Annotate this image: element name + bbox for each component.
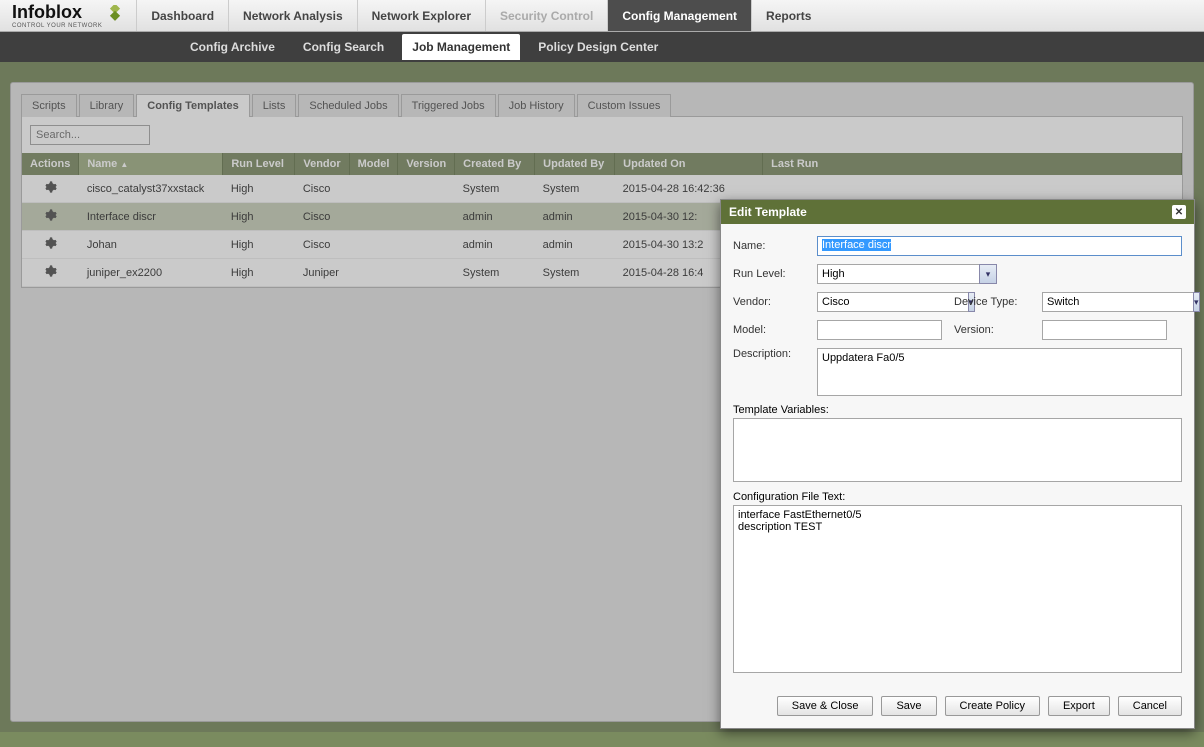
device-type-field[interactable] <box>1042 292 1193 312</box>
label-name: Name: <box>733 240 805 252</box>
template-variables-field[interactable] <box>733 418 1182 482</box>
device-type-dropdown-icon[interactable] <box>1193 292 1200 312</box>
label-model: Model: <box>733 324 805 336</box>
model-field[interactable] <box>817 320 942 340</box>
nav-network-analysis[interactable]: Network Analysis <box>228 0 357 31</box>
tab-config-templates[interactable]: Config Templates <box>136 94 249 117</box>
cell-created-by: System <box>455 175 535 203</box>
gear-icon[interactable] <box>43 269 57 281</box>
cancel-button[interactable]: Cancel <box>1118 696 1182 716</box>
config-file-text-field[interactable] <box>733 505 1182 673</box>
label-template-variables: Template Variables: <box>733 404 1182 416</box>
col-run-level[interactable]: Run Level <box>223 153 295 175</box>
nav-config-management[interactable]: Config Management <box>607 0 751 31</box>
label-version: Version: <box>954 324 1030 336</box>
cell-name: cisco_catalyst37xxstack <box>79 175 223 203</box>
cell-model <box>349 175 398 203</box>
nav-dashboard[interactable]: Dashboard <box>136 0 228 31</box>
subnav-config-archive[interactable]: Config Archive <box>180 34 285 60</box>
logo: Infoblox CONTROL YOUR NETWORK <box>0 2 136 29</box>
cell-model <box>349 259 398 287</box>
tab-job-history[interactable]: Job History <box>498 94 575 117</box>
cell-updated-by: System <box>535 259 615 287</box>
cell-name: Interface discr <box>79 203 223 231</box>
gear-icon[interactable] <box>43 185 57 197</box>
logo-diamond-icon <box>106 5 124 26</box>
top-banner: Infoblox CONTROL YOUR NETWORK Dashboard … <box>0 0 1204 32</box>
description-field[interactable] <box>817 348 1182 396</box>
close-icon[interactable]: ✕ <box>1172 205 1186 219</box>
nav-security-control[interactable]: Security Control <box>485 0 607 31</box>
search-input[interactable] <box>30 125 150 145</box>
dialog-title: Edit Template <box>729 205 807 219</box>
subnav-job-management[interactable]: Job Management <box>402 34 520 60</box>
label-config-file-text: Configuration File Text: <box>733 491 1182 503</box>
col-created-by[interactable]: Created By <box>455 153 535 175</box>
cell-run-level: High <box>223 175 295 203</box>
tab-scripts[interactable]: Scripts <box>21 94 77 117</box>
sort-asc-icon: ▲ <box>120 160 128 169</box>
logo-text: Infoblox <box>12 2 102 23</box>
cell-name: juniper_ex2200 <box>79 259 223 287</box>
vendor-field[interactable] <box>817 292 968 312</box>
tab-library[interactable]: Library <box>79 94 135 117</box>
cell-vendor: Juniper <box>295 259 349 287</box>
version-field[interactable] <box>1042 320 1167 340</box>
cell-run-level: High <box>223 203 295 231</box>
cell-created-by: admin <box>455 231 535 259</box>
label-description: Description: <box>733 348 805 360</box>
gear-icon[interactable] <box>43 213 57 225</box>
tab-triggered-jobs[interactable]: Triggered Jobs <box>401 94 496 117</box>
cell-name: Johan <box>79 231 223 259</box>
col-model[interactable]: Model <box>349 153 398 175</box>
cell-updated-by: admin <box>535 231 615 259</box>
cell-model <box>349 231 398 259</box>
col-updated-on[interactable]: Updated On <box>615 153 763 175</box>
name-field[interactable]: Interface discr <box>817 236 1182 256</box>
tab-custom-issues[interactable]: Custom Issues <box>577 94 672 117</box>
export-button[interactable]: Export <box>1048 696 1110 716</box>
cell-vendor: Cisco <box>295 231 349 259</box>
nav-network-explorer[interactable]: Network Explorer <box>357 0 485 31</box>
cell-updated-by: admin <box>535 203 615 231</box>
cell-run-level: High <box>223 259 295 287</box>
cell-version <box>398 259 455 287</box>
cell-model <box>349 203 398 231</box>
col-name[interactable]: Name▲ <box>79 153 223 175</box>
cell-vendor: Cisco <box>295 203 349 231</box>
cell-run-level: High <box>223 231 295 259</box>
subnav-policy-design-center[interactable]: Policy Design Center <box>528 34 668 60</box>
subnav-config-search[interactable]: Config Search <box>293 34 394 60</box>
run-level-dropdown-icon[interactable] <box>979 264 997 284</box>
col-updated-by[interactable]: Updated By <box>535 153 615 175</box>
run-level-field[interactable] <box>817 264 979 284</box>
inner-tabs: Scripts Library Config Templates Lists S… <box>21 94 1183 117</box>
label-run-level: Run Level: <box>733 268 805 280</box>
gear-icon[interactable] <box>43 241 57 253</box>
tab-scheduled-jobs[interactable]: Scheduled Jobs <box>298 94 398 117</box>
create-policy-button[interactable]: Create Policy <box>945 696 1040 716</box>
cell-created-by: System <box>455 259 535 287</box>
col-vendor[interactable]: Vendor <box>295 153 349 175</box>
sub-nav: Config Archive Config Search Job Managem… <box>0 32 1204 62</box>
dialog-header[interactable]: Edit Template ✕ <box>721 200 1194 224</box>
cell-updated-by: System <box>535 175 615 203</box>
cell-created-by: admin <box>455 203 535 231</box>
tab-lists[interactable]: Lists <box>252 94 297 117</box>
cell-vendor: Cisco <box>295 175 349 203</box>
logo-subtext: CONTROL YOUR NETWORK <box>12 23 102 29</box>
cell-version <box>398 203 455 231</box>
nav-reports[interactable]: Reports <box>751 0 825 31</box>
label-device-type: Device Type: <box>954 296 1030 308</box>
save-button[interactable]: Save <box>881 696 936 716</box>
col-version[interactable]: Version <box>398 153 455 175</box>
edit-template-dialog: Edit Template ✕ Name: Interface discr Ru… <box>720 199 1195 729</box>
col-last-run[interactable]: Last Run <box>763 153 1182 175</box>
col-actions[interactable]: Actions <box>22 153 79 175</box>
cell-version <box>398 231 455 259</box>
save-close-button[interactable]: Save & Close <box>777 696 874 716</box>
cell-version <box>398 175 455 203</box>
main-nav: Dashboard Network Analysis Network Explo… <box>136 0 825 31</box>
label-vendor: Vendor: <box>733 296 805 308</box>
